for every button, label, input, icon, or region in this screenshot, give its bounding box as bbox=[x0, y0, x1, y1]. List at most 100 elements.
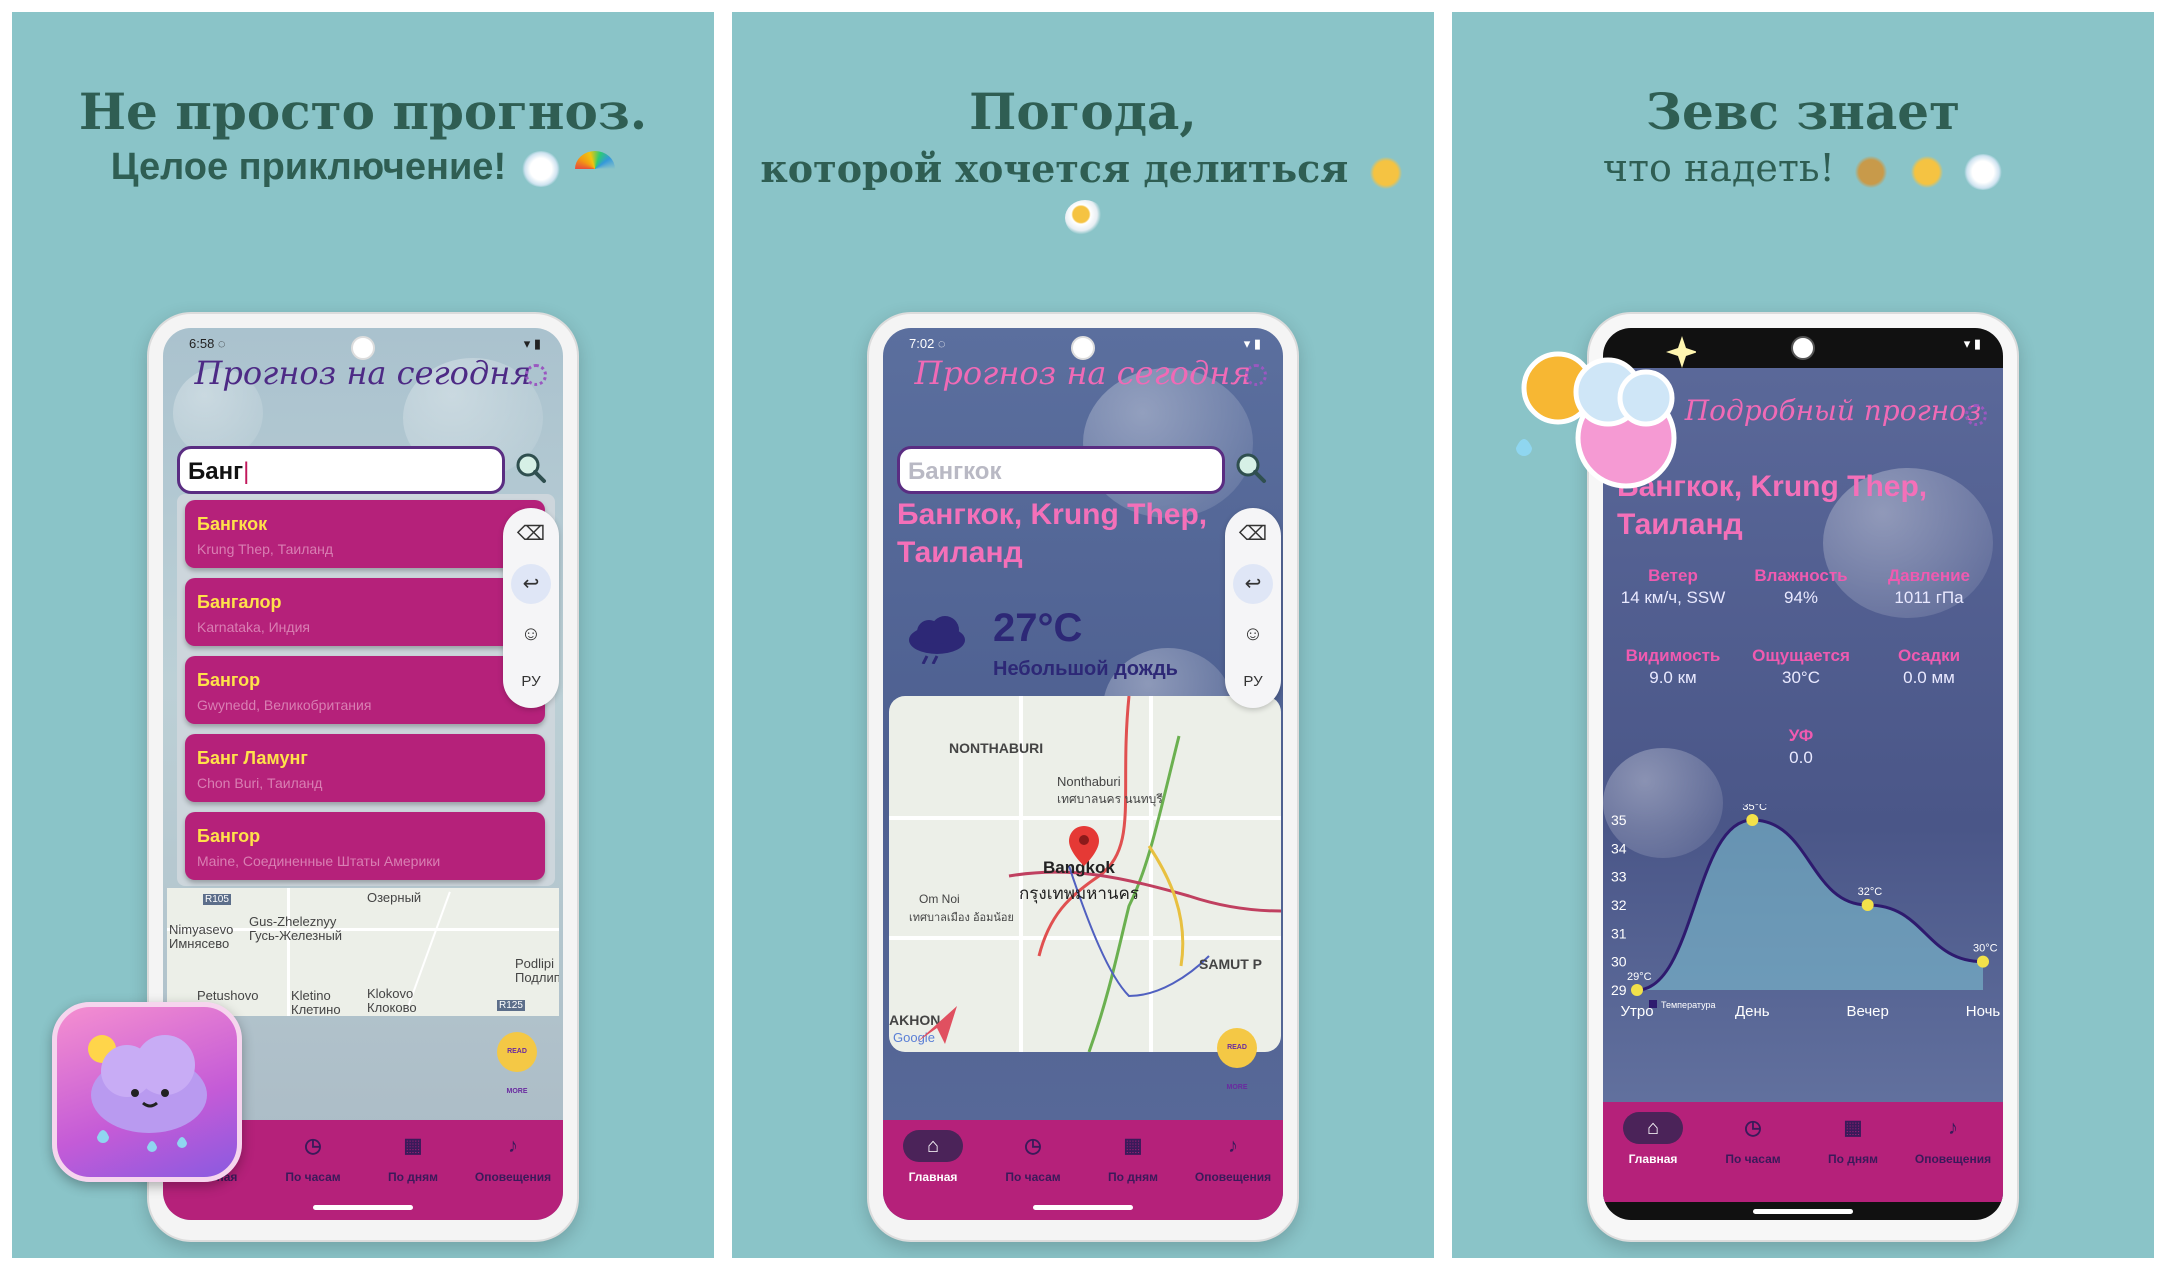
temperature-point bbox=[1746, 814, 1759, 826]
map-label: เทศบาลนคร นนทบุรี bbox=[1057, 792, 1163, 806]
map-label: Имнясево bbox=[169, 936, 230, 951]
enter-icon[interactable]: ↩ bbox=[511, 564, 551, 604]
rain-cloud-icon bbox=[909, 616, 965, 664]
map-label: SAMUT P bbox=[1199, 956, 1262, 972]
x-tick-label: Ночь bbox=[1966, 1003, 2001, 1020]
nav-alerts[interactable]: ♪ Оповещения bbox=[463, 1130, 563, 1184]
suggestion-item[interactable]: Бангор Gwynedd, Великобритания bbox=[185, 656, 545, 724]
nav-daily[interactable]: ▦ По дням bbox=[1083, 1130, 1183, 1184]
wifi-battery-icon: ▾ ▮ bbox=[1243, 336, 1261, 351]
nav-alerts[interactable]: ♪ Оповещения bbox=[1183, 1130, 1283, 1184]
app-title: Прогноз на сегодня bbox=[194, 354, 532, 392]
wifi-battery-icon: ▾ ▮ bbox=[523, 336, 541, 351]
map-label: Озерный bbox=[367, 890, 422, 905]
settings-gear-icon[interactable] bbox=[525, 364, 547, 386]
nav-hourly[interactable]: ◷ По часам bbox=[983, 1130, 1083, 1184]
panel-subheading: что надеть! bbox=[1452, 146, 2154, 190]
app-screen: 7:02 ◌ ▾ ▮ Прогноз на сегодня Бангкок Ба… bbox=[883, 328, 1283, 1220]
suggestion-item[interactable]: Бангор Maine, Соединенные Штаты Америки bbox=[185, 812, 545, 880]
home-indicator bbox=[1753, 1209, 1853, 1214]
handshake-icon bbox=[1365, 154, 1406, 191]
map-label: Клетино bbox=[291, 1002, 341, 1016]
temperature-point bbox=[1631, 984, 1643, 996]
rainbow-icon bbox=[575, 150, 616, 187]
temperature-point bbox=[1977, 955, 1989, 968]
send-arrow-icon[interactable] bbox=[915, 1002, 959, 1046]
search-magnifier-icon[interactable] bbox=[515, 452, 547, 484]
city-search-input[interactable]: Бангкок bbox=[897, 446, 1225, 494]
detail-value: 30°C bbox=[1782, 668, 1820, 687]
nav-daily[interactable]: ▦ По дням bbox=[363, 1130, 463, 1184]
enter-icon[interactable]: ↩ bbox=[1233, 564, 1273, 604]
calendar-icon: ▦ bbox=[1123, 1135, 1143, 1157]
location-pin-icon bbox=[1069, 826, 1099, 866]
y-tick-label: 31 bbox=[1611, 925, 1627, 941]
language-key[interactable]: РУ bbox=[1233, 662, 1273, 702]
bell-icon: ♪ bbox=[1228, 1135, 1238, 1157]
backspace-icon[interactable]: ⌫ bbox=[1233, 514, 1273, 554]
nav-alerts[interactable]: ♪ Оповещения bbox=[1903, 1112, 2003, 1166]
panel-heading: Погода, bbox=[969, 82, 1197, 141]
nav-hourly[interactable]: ◷ По часам bbox=[263, 1130, 363, 1184]
promo-panel-1: Не просто прогноз. Целое приключение! 6:… bbox=[12, 12, 714, 1258]
emoji-icon[interactable]: ☺ bbox=[511, 614, 551, 654]
map-label: Клоково bbox=[367, 1000, 417, 1015]
data-label: 30°C bbox=[1973, 943, 1998, 955]
home-indicator bbox=[1033, 1205, 1133, 1210]
map-view[interactable]: NONTHABURI Nonthaburi เทศบาลนคร นนทบุรี … bbox=[889, 696, 1281, 1052]
home-indicator bbox=[313, 1205, 413, 1210]
detail-label: Влажность bbox=[1754, 566, 1848, 585]
legend-swatch bbox=[1649, 1000, 1657, 1008]
detail-value: 14 км/ч, SSW bbox=[1620, 588, 1726, 607]
detail-label: УФ bbox=[1788, 726, 1814, 745]
x-tick-label: Утро bbox=[1620, 1003, 1653, 1020]
detail-label: Осадки bbox=[1897, 646, 1961, 665]
map-label: Nonthaburi bbox=[1057, 774, 1121, 789]
home-icon: ⌂ bbox=[1623, 1112, 1683, 1144]
y-tick-label: 34 bbox=[1611, 840, 1627, 856]
map-label: เทศบาลเมือง อ้อมน้อย bbox=[909, 912, 1014, 924]
bell-icon: ♪ bbox=[1948, 1117, 1958, 1139]
app-title: Прогноз на сегодня bbox=[914, 354, 1252, 392]
map-view[interactable]: Озерный Gus-Zheleznyy Гусь-Железный Nimy… bbox=[167, 888, 559, 1016]
calendar-icon: ▦ bbox=[1843, 1117, 1863, 1139]
read-more-badge[interactable]: READ MORE bbox=[497, 1032, 537, 1095]
emoji-icon[interactable]: ☺ bbox=[1233, 614, 1273, 654]
language-key[interactable]: РУ bbox=[511, 662, 551, 702]
clock-icon: ◷ bbox=[304, 1135, 322, 1157]
nav-hourly[interactable]: ◷ По часам bbox=[1703, 1112, 1803, 1166]
panel-subheading-text: что надеть! bbox=[1602, 146, 1835, 190]
map-label: Подлипи bbox=[515, 970, 559, 985]
map-label: กรุงเทพมหานคร bbox=[1019, 884, 1140, 903]
detail-value: 1011 гПа bbox=[1894, 588, 1964, 607]
backspace-icon[interactable]: ⌫ bbox=[511, 514, 551, 554]
sun-icon bbox=[1907, 153, 1948, 190]
clock-icon: ◷ bbox=[1024, 1135, 1042, 1157]
suggestion-item[interactable]: Банг Ламунг Chon Buri, Таиланд bbox=[185, 734, 545, 802]
keyboard-toolbar: ⌫ ↩ ☺ РУ bbox=[1225, 508, 1281, 708]
nav-daily[interactable]: ▦ По дням bbox=[1803, 1112, 1903, 1166]
data-label: 35°C bbox=[1742, 804, 1767, 813]
sun-behind-cloud-icon bbox=[1065, 199, 1105, 236]
map-label: Гусь-Железный bbox=[249, 928, 343, 943]
suggestion-item[interactable]: Бангалор Karnataka, Индия bbox=[185, 578, 545, 646]
weather-description: Небольшой дождь bbox=[993, 658, 1178, 680]
detail-label: Ощущается bbox=[1752, 646, 1850, 665]
city-search-input[interactable]: Банг| bbox=[177, 446, 505, 494]
temperature-point bbox=[1861, 899, 1874, 911]
settings-gear-icon[interactable] bbox=[1245, 364, 1267, 386]
detail-value: 0.0 мм bbox=[1903, 668, 1955, 687]
phone-mockup: 7:02 ◌ ▾ ▮ Прогноз на сегодня Бангкок Ба… bbox=[867, 312, 1299, 1242]
search-magnifier-icon[interactable] bbox=[1235, 452, 1267, 484]
detail-value: 9.0 км bbox=[1649, 668, 1697, 687]
read-more-badge[interactable]: READ MORE bbox=[1217, 1028, 1257, 1091]
settings-gear-icon[interactable] bbox=[1965, 404, 1987, 426]
map-label: Nimyasevo bbox=[169, 922, 234, 937]
nav-home[interactable]: ⌂Главная bbox=[883, 1130, 983, 1184]
suggestion-item[interactable]: Бангкок Krung Thep, Таиланд bbox=[185, 500, 545, 568]
cloud-mascot-icon bbox=[88, 1035, 207, 1152]
nav-home[interactable]: ⌂Главная bbox=[1603, 1112, 1703, 1166]
promo-panel-2: Погода, которой хочется делиться 7:02 ◌ … bbox=[732, 12, 1434, 1258]
x-tick-label: Вечер bbox=[1846, 1003, 1888, 1020]
panel-subheading: которой хочется делиться bbox=[732, 146, 1434, 236]
